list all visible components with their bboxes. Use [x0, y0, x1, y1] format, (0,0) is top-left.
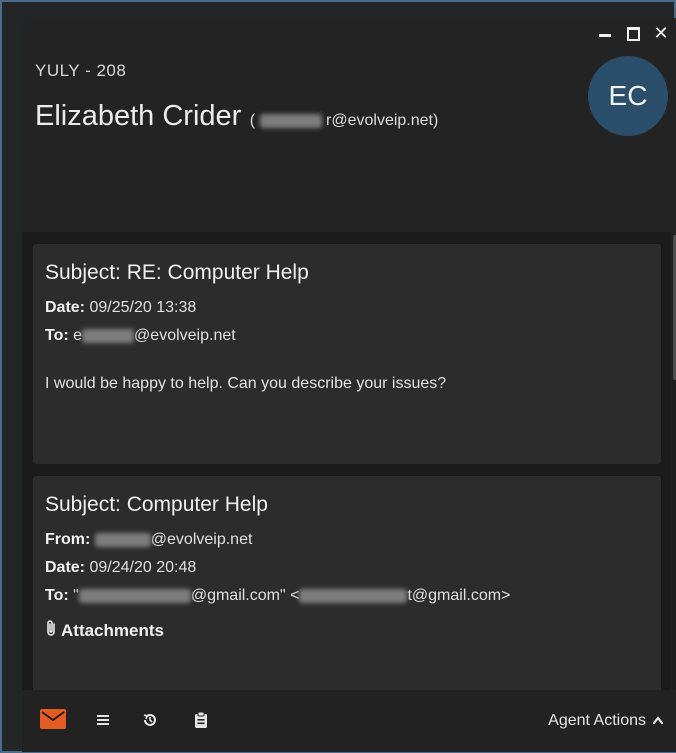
attachments-label: Attachments — [61, 620, 164, 640]
history-icon[interactable] — [142, 712, 158, 728]
chevron-up-icon — [652, 712, 664, 730]
contact-name: Elizabeth Crider — [35, 100, 242, 132]
minimize-button[interactable] — [598, 26, 612, 42]
avatar: EC — [588, 56, 668, 136]
to-label: To: — [45, 587, 69, 604]
attachments-link[interactable]: Attachments — [45, 619, 649, 642]
date-label: Date: — [45, 299, 86, 316]
redacted-text — [94, 532, 151, 547]
from-label: From: — [45, 531, 91, 548]
to-value-suffix: @evolveip.net — [134, 327, 236, 344]
to-value-suffix: t@gmail.com> — [407, 587, 511, 604]
date-value: 09/24/20 20:48 — [89, 559, 197, 576]
scrollbar[interactable] — [670, 232, 676, 690]
from-value-suffix: @evolveip.net — [150, 531, 253, 548]
bottom-toolbar: Agent Actions — [22, 690, 676, 752]
app-frame: ✕ YULY - 208 Elizabeth Crider ( r@evolve… — [0, 0, 676, 753]
redacted-text — [299, 588, 408, 603]
list-icon[interactable] — [96, 713, 110, 727]
window-controls: ✕ — [598, 23, 669, 44]
email-card[interactable]: Subject: Computer Help From: @evolveip.n… — [33, 476, 661, 690]
paperclip-icon — [45, 619, 57, 642]
contact-header: ✕ YULY - 208 Elizabeth Crider ( r@evolve… — [22, 18, 676, 232]
redacted-text — [82, 328, 135, 343]
email-subject: Subject: RE: Computer Help — [45, 261, 309, 284]
agent-actions-label: Agent Actions — [548, 712, 646, 729]
email-subject: Subject: Computer Help — [45, 493, 268, 516]
mail-icon[interactable] — [40, 709, 66, 729]
email-thread[interactable]: Subject: RE: Computer Help Date: 09/25/2… — [22, 232, 676, 690]
email-from: From: @evolveip.net — [45, 531, 649, 549]
close-button[interactable]: ✕ — [653, 23, 669, 44]
date-value: 09/25/20 13:38 — [89, 299, 197, 316]
contact-email-prefix: ( — [249, 112, 256, 129]
email-date: Date: 09/24/20 20:48 — [45, 559, 649, 577]
contact-email-suffix: r@evolveip.net) — [326, 112, 439, 129]
date-label: Date: — [45, 559, 86, 576]
contact-name-line: Elizabeth Crider ( r@evolveip.net) — [35, 100, 438, 133]
maximize-button[interactable] — [626, 26, 640, 42]
room-label: YULY - 208 — [35, 61, 127, 80]
email-date: Date: 09/25/20 13:38 — [45, 299, 649, 317]
email-to: To: e @evolveip.net — [45, 327, 649, 345]
redacted-text — [259, 113, 322, 128]
close-icon: ✕ — [653, 23, 669, 44]
redacted-text — [78, 588, 191, 603]
to-label: To: — [45, 327, 69, 344]
to-value-prefix: " — [73, 587, 79, 604]
agent-actions-button[interactable]: Agent Actions — [548, 712, 664, 730]
clipboard-icon[interactable] — [194, 711, 208, 729]
to-value-prefix: e — [73, 327, 83, 344]
contact-window: ✕ YULY - 208 Elizabeth Crider ( r@evolve… — [22, 18, 676, 752]
maximize-icon — [626, 27, 640, 41]
email-card[interactable]: Subject: RE: Computer Help Date: 09/25/2… — [33, 244, 661, 464]
email-body: I would be happy to help. Can you descri… — [45, 375, 447, 392]
contact-email: ( r@evolveip.net) — [250, 112, 439, 129]
email-to: To: " @gmail.com" < t@gmail.com> — [45, 587, 649, 605]
to-value-mid: @gmail.com" < — [190, 587, 300, 604]
minimize-icon — [599, 33, 611, 37]
